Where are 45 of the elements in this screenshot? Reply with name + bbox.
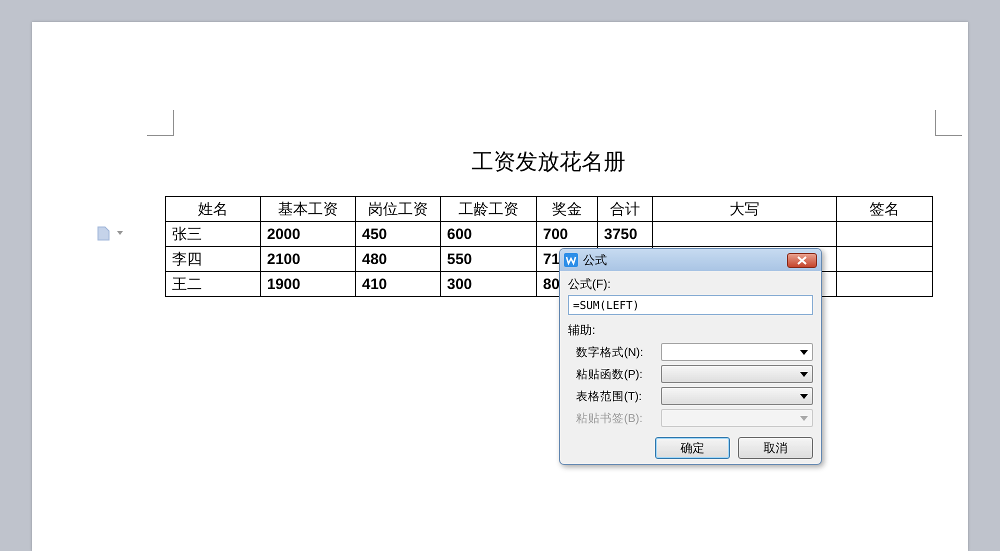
table-cell: 王二 [166,272,260,296]
table-cell: 480 [356,246,440,272]
corner-mark [147,110,174,136]
column-header: 姓名 [166,196,260,222]
dropdown[interactable] [660,387,813,405]
dropdown-arrow-icon [800,416,808,420]
column-header: 大写 [652,196,836,222]
column-header: 合计 [598,196,652,222]
ok-button[interactable]: 确定 [655,437,730,459]
table-cell: 张三 [166,222,260,246]
field-label: 表格范围(T): [576,390,643,404]
close-icon [797,256,807,264]
app-logo-icon [564,253,578,267]
dropdown-arrow-icon [800,350,808,354]
table-cell: 2000 [260,222,356,246]
table-cell: 410 [356,272,440,296]
table-cell: 1900 [260,272,356,296]
dropdown-arrow-icon [800,372,808,376]
table-cell: 300 [440,272,536,296]
close-button[interactable] [787,252,817,268]
table-cell: 700 [536,222,598,246]
column-header: 签名 [836,196,932,222]
caret-icon[interactable] [117,231,123,235]
column-header: 基本工资 [260,196,356,222]
table-cell: 李四 [166,246,260,272]
column-header: 奖金 [536,196,598,222]
table-cell: 3750 [598,222,652,246]
formula-field[interactable]: =SUM(LEFT) [568,295,813,315]
table-cell: 2100 [260,246,356,272]
document-title: 工资发放花名册 [470,149,626,177]
cancel-button[interactable]: 取消 [738,437,813,459]
table-cell: 450 [356,222,440,246]
field-label: 数字格式(N): [576,345,644,360]
combo-field[interactable] [660,343,813,361]
dropdown-arrow-icon [800,394,808,398]
dropdown[interactable] [660,365,813,383]
document-icon[interactable] [97,226,110,241]
table-cell: 550 [440,246,536,272]
field-label: 粘贴函数(P): [576,368,644,382]
column-header: 岗位工资 [356,196,440,222]
section-label: 辅助: [568,322,596,339]
column-header: 工龄工资 [440,196,536,222]
table-cell: 600 [440,222,536,246]
field-label: 粘贴书签(B): [576,412,644,426]
corner-mark [935,110,962,136]
